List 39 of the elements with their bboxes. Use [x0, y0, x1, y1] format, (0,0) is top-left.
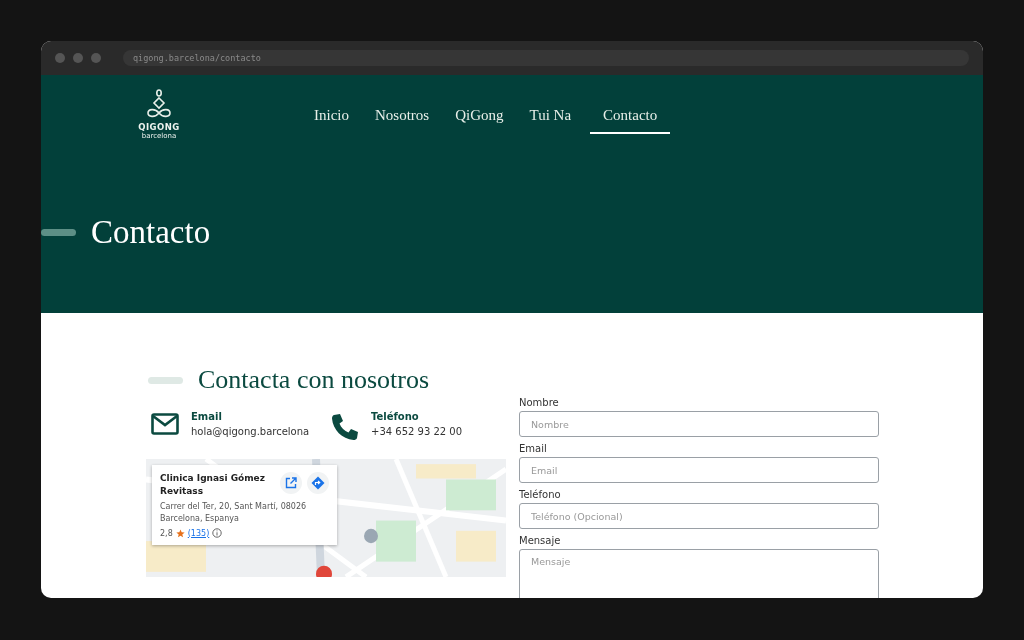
input-field[interactable]: Nombre: [519, 411, 879, 437]
input-field[interactable]: Teléfono (Opcional): [519, 503, 879, 529]
directions-icon: [311, 476, 325, 490]
field-label: Teléfono: [519, 489, 562, 500]
field-label: Email: [519, 443, 548, 454]
directions-button[interactable]: [307, 472, 329, 494]
address-bar[interactable]: qigong.barcelona/contacto: [123, 50, 969, 66]
nav-link[interactable]: Nosotros: [368, 105, 437, 134]
place-address: Carrer del Ter, 20, Sant Martí, 08026 Barcelona, Espanya: [160, 501, 308, 525]
contact-value: +34 652 93 22 00: [371, 426, 463, 437]
star-icon: [175, 528, 185, 538]
window-dot[interactable]: [55, 53, 65, 63]
input-field[interactable]: Email: [519, 457, 879, 483]
contact-label: Email: [191, 411, 223, 422]
window-dot[interactable]: [91, 53, 101, 63]
nav-link[interactable]: QiGong: [448, 105, 511, 134]
info-icon: [212, 528, 223, 538]
field-label: Mensaje: [519, 535, 562, 546]
accent-dash: [148, 376, 183, 384]
phone-icon: [331, 413, 359, 441]
rating-value: 2,8: [160, 528, 173, 538]
field-label: Nombre: [519, 397, 560, 408]
reviews-link[interactable]: (135): [187, 528, 210, 538]
section-title: Contacta con nosotros: [198, 365, 430, 395]
external-link-icon: [285, 477, 297, 489]
contact-value: hola@qigong.barcelona: [191, 426, 310, 437]
meditation-logo-icon[interactable]: [144, 89, 174, 119]
accent-dash: [41, 229, 76, 236]
open-external-button[interactable]: [280, 472, 302, 494]
nav-link[interactable]: Inicio: [307, 105, 356, 134]
place-name: Clinica Ignasi Gómez Revitass: [160, 472, 266, 498]
contact-label: Teléfono: [371, 411, 420, 422]
nav-link[interactable]: Contacto: [590, 105, 671, 134]
page-title: Contacto: [91, 214, 211, 251]
logo-text: QIGONG: [138, 122, 180, 132]
nav-link[interactable]: Tui Na: [522, 105, 579, 134]
envelope-icon: [151, 413, 179, 435]
window-dot[interactable]: [73, 53, 83, 63]
message-field[interactable]: Mensaje: [519, 549, 879, 598]
